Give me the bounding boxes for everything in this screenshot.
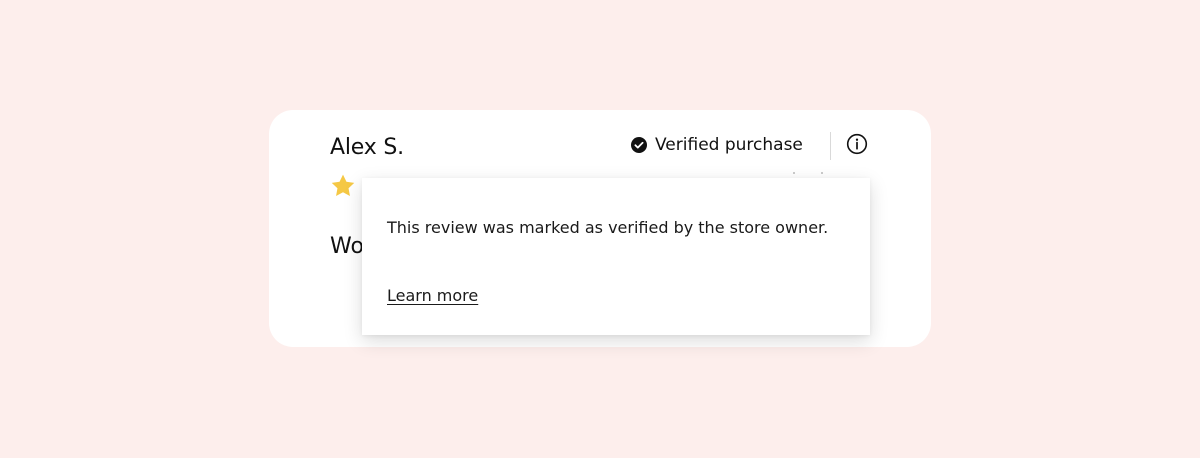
star-rating — [329, 172, 357, 200]
info-icon — [846, 133, 868, 155]
check-circle-icon — [631, 137, 647, 153]
verified-purchase-label: Verified purchase — [655, 135, 803, 155]
tooltip-text: This review was marked as verified by th… — [387, 218, 829, 237]
info-button[interactable] — [845, 132, 869, 156]
divider-dots — [793, 172, 823, 174]
reviewer-name: Alex S. — [330, 135, 404, 160]
verified-purchase-badge: Verified purchase — [631, 133, 803, 157]
star-icon — [331, 174, 355, 197]
vertical-divider — [830, 132, 831, 160]
learn-more-link[interactable]: Learn more — [387, 286, 478, 305]
review-title: Wo — [330, 234, 362, 259]
verified-info-tooltip: This review was marked as verified by th… — [362, 178, 870, 335]
